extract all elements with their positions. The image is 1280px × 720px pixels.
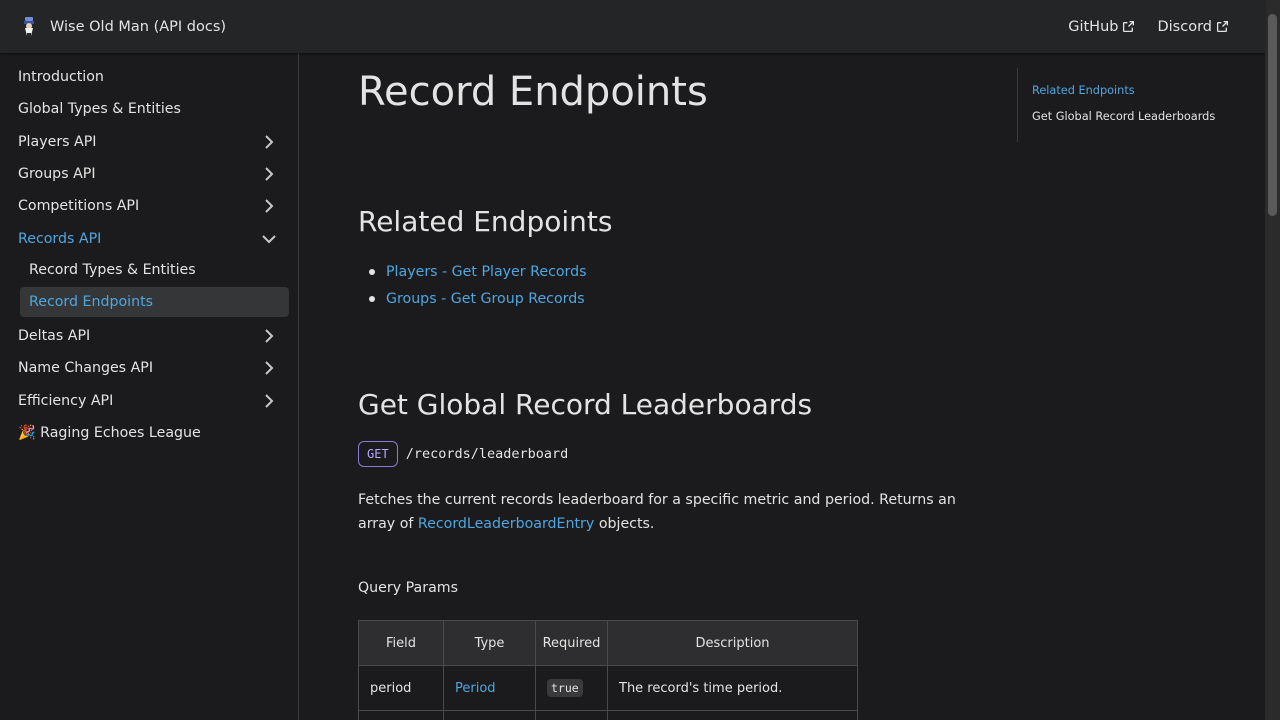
table-cell [358,710,444,720]
records-api-submenu: Record Types & Entities Record Endpoints [9,255,289,318]
endpoint-signature: GET /records/leaderboard [358,441,568,467]
query-params-table: Field Type Required Description period P… [358,620,858,720]
external-link-icon [1216,20,1229,33]
sidebar-item-name-changes-api[interactable]: Name Changes API [9,352,289,384]
sidebar-item-groups-api[interactable]: Groups API [9,158,289,190]
list-item: Groups - Get Group Records [358,285,587,312]
brand-link[interactable]: Wise Old Man (API docs) [20,16,226,38]
top-navbar: Wise Old Man (API docs) GitHub Discord [0,0,1265,53]
description-text-end: objects. [598,516,655,532]
http-method-badge: GET [358,441,398,467]
scrollbar-thumb[interactable] [1268,14,1277,216]
sidebar: Introduction Global Types & Entities Pla… [0,53,299,720]
sidebar-item-label: Introduction [18,69,104,86]
query-params-title: Query Params [358,580,458,596]
chevron-right-icon[interactable] [259,391,279,411]
page-title: Record Endpoints [358,69,708,115]
param-required: true [547,678,583,697]
param-type-cell: Period [443,665,536,711]
column-header-required: Required [535,620,608,666]
sidebar-item-competitions-api[interactable]: Competitions API [9,190,289,222]
record-leaderboard-entry-link[interactable]: RecordLeaderboardEntry [418,516,594,532]
endpoint-description: Fetches the current records leaderboard … [358,488,958,536]
column-header-field: Field [358,620,444,666]
discord-link[interactable]: Discord [1157,19,1229,35]
sidebar-item-deltas-api[interactable]: Deltas API [9,320,289,352]
sidebar-item-label: Record Endpoints [29,294,154,311]
sidebar-item-raging-echoes-league[interactable]: 🎉 Raging Echoes League [9,417,289,449]
wise-old-man-logo-icon [20,16,38,38]
chevron-right-icon[interactable] [259,358,279,378]
page-scrollbar[interactable] [1265,0,1280,720]
table-cell [443,710,536,720]
sidebar-item-label: Name Changes API [18,360,154,377]
chevron-right-icon[interactable] [259,132,279,152]
table-header-row: Field Type Required Description [358,620,858,666]
groups-records-link[interactable]: Groups - Get Group Records [386,291,585,307]
list-item: Players - Get Player Records [358,258,587,285]
sidebar-item-label: Record Types & Entities [29,261,196,278]
column-header-description: Description [607,620,858,666]
sidebar-item-label: Competitions API [18,198,140,215]
table-row [358,710,858,720]
sidebar-item-efficiency-api[interactable]: Efficiency API [9,384,289,416]
chevron-down-icon[interactable] [259,229,279,249]
sidebar-item-label: Global Types & Entities [18,101,181,118]
related-endpoints-heading: Related Endpoints [358,205,613,238]
param-field: period [358,665,444,711]
sidebar-item-players-api[interactable]: Players API [9,126,289,158]
param-description: The record's time period. [607,665,858,711]
sidebar-item-record-endpoints[interactable]: Record Endpoints [20,287,289,318]
sidebar-item-label: Deltas API [18,327,91,344]
table-row: period Period true The record's time per… [358,665,858,711]
chevron-right-icon[interactable] [259,196,279,216]
sidebar-item-label: 🎉 Raging Echoes League [18,424,201,441]
period-type-link[interactable]: Period [455,681,496,696]
endpoint-path: /records/leaderboard [405,446,569,462]
toc-item-related-endpoints[interactable]: Related Endpoints [1032,84,1237,110]
github-link-label: GitHub [1068,18,1119,35]
sidebar-item-label: Efficiency API [18,392,114,409]
param-required-cell: true [535,665,608,711]
site-title: Wise Old Man (API docs) [50,18,227,35]
bullet-icon [369,268,375,275]
get-global-record-leaderboards-heading: Get Global Record Leaderboards [358,388,813,421]
external-link-icon [1123,20,1135,33]
sidebar-item-label: Groups API [18,166,96,183]
related-endpoints-list: Players - Get Player Records Groups - Ge… [358,258,587,312]
table-cell [607,710,858,720]
sidebar-item-global-types[interactable]: Global Types & Entities [9,93,289,125]
sidebar-item-label: Records API [18,230,102,247]
sidebar-item-records-api[interactable]: Records API [9,222,289,254]
chevron-right-icon[interactable] [259,164,279,184]
table-cell [535,710,608,720]
column-header-type: Type [443,620,536,666]
discord-link-label: Discord [1157,18,1212,35]
chevron-right-icon[interactable] [259,326,279,346]
sidebar-item-record-types[interactable]: Record Types & Entities [20,255,289,285]
players-records-link[interactable]: Players - Get Player Records [386,264,587,280]
sidebar-item-label: Players API [18,133,97,150]
table-of-contents: Related Endpoints Get Global Record Lead… [1017,68,1237,142]
toc-item-get-global-record-leaderboards[interactable]: Get Global Record Leaderboards [1032,110,1237,136]
bullet-icon [369,295,375,302]
github-link[interactable]: GitHub [1068,19,1135,35]
sidebar-item-introduction[interactable]: Introduction [9,61,289,93]
